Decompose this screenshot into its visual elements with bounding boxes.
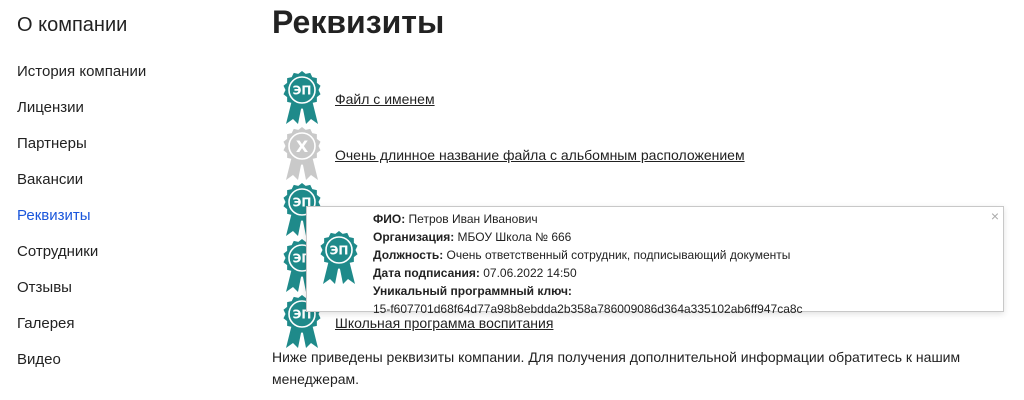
position: Очень ответственный сотрудник, подписыва… [446, 248, 791, 262]
sidebar-item-history[interactable]: История компании [17, 62, 146, 98]
sidebar-menu: История компании Лицензии Партнеры Вакан… [17, 62, 146, 386]
signer-name: Петров Иван Иванович [408, 212, 538, 226]
signer-name-label: ФИО: [373, 212, 406, 226]
signature-details: ФИО: Петров Иван Иванович Организация: М… [373, 210, 803, 318]
page-description: Ниже приведены реквизиты компании. Для п… [272, 349, 961, 387]
sidebar-item-vacancies[interactable]: Вакансии [17, 170, 146, 206]
sidebar-item-video[interactable]: Видео [17, 350, 146, 386]
signature-badge-icon: ЭП [317, 229, 361, 287]
sidebar-item-requisites[interactable]: Реквизиты [17, 206, 146, 242]
sidebar-item-partners[interactable]: Партнеры [17, 134, 146, 170]
page-title: Реквизиты [272, 4, 445, 40]
program-key-label-row: Уникальный программный ключ: [373, 282, 803, 300]
close-icon[interactable]: × [991, 208, 999, 224]
file-item: ЭП Файл с именем [280, 70, 980, 126]
sidebar-item-reviews[interactable]: Отзывы [17, 278, 146, 314]
file-link[interactable]: Очень длинное название файла с альбомным… [335, 147, 745, 163]
organization-label: Организация: [373, 230, 455, 244]
sidebar-title: О компании [17, 14, 128, 36]
signing-date-row: Дата подписания: 07.06.2022 14:50 [373, 264, 803, 282]
svg-text:ЭП: ЭП [330, 244, 349, 258]
sidebar-item-gallery[interactable]: Галерея [17, 314, 146, 350]
organization: МБОУ Школа № 666 [457, 230, 572, 244]
file-item: X Очень длинное название файла с альбомн… [280, 126, 980, 182]
program-key-label: Уникальный программный ключ: [373, 284, 572, 298]
sidebar-item-licenses[interactable]: Лицензии [17, 98, 146, 134]
file-link[interactable]: Файл с именем [335, 91, 435, 107]
program-key: 15-f607701d68f64d77a98b8ebdda2b358a78600… [373, 302, 803, 316]
signing-date: 07.06.2022 14:50 [483, 266, 577, 280]
signer-name-row: ФИО: Петров Иван Иванович [373, 210, 803, 228]
signature-info-popup: ЭП × ФИО: Петров Иван Иванович Организац… [306, 206, 1004, 316]
svg-text:ЭП: ЭП [293, 84, 312, 98]
signing-date-label: Дата подписания: [373, 266, 480, 280]
organization-row: Организация: МБОУ Школа № 666 [373, 228, 803, 246]
invalid-signature-badge-icon[interactable]: X [280, 126, 324, 182]
position-row: Должность: Очень ответственный сотрудник… [373, 246, 803, 264]
svg-text:X: X [296, 137, 309, 156]
sidebar-item-employees[interactable]: Сотрудники [17, 242, 146, 278]
signature-badge-icon[interactable]: ЭП [280, 70, 324, 126]
position-label: Должность: [373, 248, 444, 262]
